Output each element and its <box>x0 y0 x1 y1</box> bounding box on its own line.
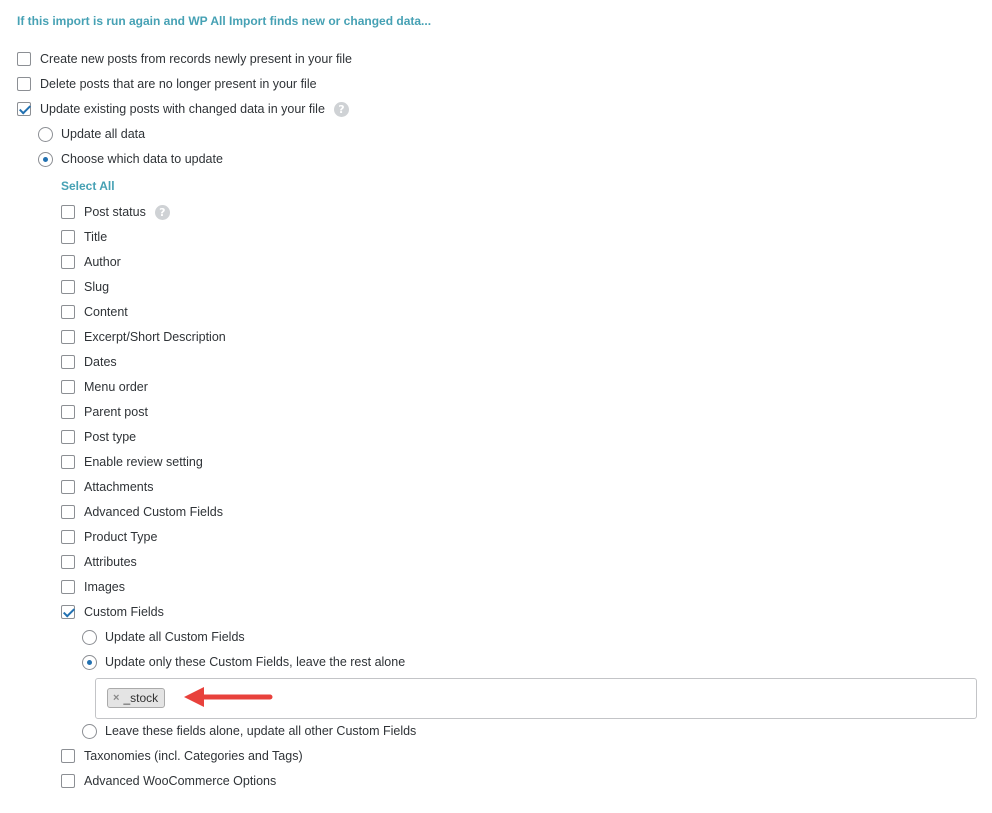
field-advanced-woocommerce[interactable]: Advanced WooCommerce Options <box>61 772 276 790</box>
advanced-woocommerce-label: Advanced WooCommerce Options <box>84 774 277 788</box>
attachments-label: Attachments <box>84 480 154 494</box>
post-status-label: Post status <box>84 205 146 219</box>
choose-data-radio[interactable] <box>38 151 53 167</box>
radio-update-all-custom-fields[interactable]: Update all Custom Fields <box>82 628 245 646</box>
post-type-checkbox[interactable] <box>61 430 75 444</box>
product-type-checkbox[interactable] <box>61 530 75 544</box>
custom-fields-checkbox[interactable] <box>61 605 75 619</box>
author-checkbox[interactable] <box>61 255 75 269</box>
dates-checkbox[interactable] <box>61 355 75 369</box>
content-checkbox[interactable] <box>61 305 75 319</box>
field-attributes[interactable]: Attributes <box>61 553 137 571</box>
field-dates[interactable]: Dates <box>61 353 117 371</box>
post-status-checkbox[interactable] <box>61 205 75 219</box>
field-excerpt[interactable]: Excerpt/Short Description <box>61 328 226 346</box>
delete-posts-checkbox[interactable] <box>17 77 31 91</box>
field-slug[interactable]: Slug <box>61 278 109 296</box>
select-all-link[interactable]: Select All <box>61 179 115 193</box>
update-all-data-label: Update all data <box>61 127 146 141</box>
field-content[interactable]: Content <box>61 303 128 321</box>
field-acf[interactable]: Advanced Custom Fields <box>61 503 223 521</box>
field-parent-post[interactable]: Parent post <box>61 403 148 421</box>
custom-field-tag-label: _stock <box>123 691 159 705</box>
acf-label: Advanced Custom Fields <box>84 505 223 519</box>
custom-fields-label: Custom Fields <box>84 605 164 619</box>
update-existing-posts-label: Update existing posts with changed data … <box>40 102 325 116</box>
field-custom-fields[interactable]: Custom Fields <box>61 603 164 621</box>
parent-post-checkbox[interactable] <box>61 405 75 419</box>
field-post-type[interactable]: Post type <box>61 428 136 446</box>
remove-tag-icon[interactable]: × <box>113 692 119 704</box>
field-product-type[interactable]: Product Type <box>61 528 157 546</box>
field-menu-order[interactable]: Menu order <box>61 378 148 396</box>
excerpt-checkbox[interactable] <box>61 330 75 344</box>
slug-checkbox[interactable] <box>61 280 75 294</box>
menu-order-label: Menu order <box>84 380 148 394</box>
images-label: Images <box>84 580 125 594</box>
attachments-checkbox[interactable] <box>61 480 75 494</box>
field-images[interactable]: Images <box>61 578 125 596</box>
choose-data-label: Choose which data to update <box>61 152 223 166</box>
update-only-these-label: Update only these Custom Fields, leave t… <box>105 655 406 669</box>
enable-review-checkbox[interactable] <box>61 455 75 469</box>
excerpt-label: Excerpt/Short Description <box>84 330 226 344</box>
field-title[interactable]: Title <box>61 228 107 246</box>
create-new-posts-checkbox[interactable] <box>17 52 31 66</box>
field-author[interactable]: Author <box>61 253 121 271</box>
dates-label: Dates <box>84 355 117 369</box>
update-existing-posts-checkbox[interactable] <box>17 102 31 116</box>
field-post-status[interactable]: Post status ? <box>61 203 170 221</box>
field-attachments[interactable]: Attachments <box>61 478 153 496</box>
radio-choose-data[interactable]: Choose which data to update <box>38 150 223 168</box>
menu-order-checkbox[interactable] <box>61 380 75 394</box>
update-all-data-radio[interactable] <box>38 126 53 142</box>
images-checkbox[interactable] <box>61 580 75 594</box>
option-update-existing-posts[interactable]: Update existing posts with changed data … <box>17 100 349 118</box>
field-taxonomies[interactable]: Taxonomies (incl. Categories and Tags) <box>61 747 303 765</box>
post-type-label: Post type <box>84 430 137 444</box>
section-heading: If this import is run again and WP All I… <box>17 14 432 28</box>
taxonomies-checkbox[interactable] <box>61 749 75 763</box>
radio-update-all-data[interactable]: Update all data <box>38 125 145 143</box>
enable-review-label: Enable review setting <box>84 455 203 469</box>
red-arrow-icon <box>184 687 273 707</box>
help-icon[interactable]: ? <box>333 101 349 117</box>
help-icon[interactable]: ? <box>154 204 170 220</box>
field-enable-review[interactable]: Enable review setting <box>61 453 203 471</box>
slug-label: Slug <box>84 280 110 294</box>
option-delete-posts[interactable]: Delete posts that are no longer present … <box>17 75 317 93</box>
parent-post-label: Parent post <box>84 405 148 419</box>
author-label: Author <box>84 255 121 269</box>
attributes-checkbox[interactable] <box>61 555 75 569</box>
acf-checkbox[interactable] <box>61 505 75 519</box>
update-all-custom-fields-label: Update all Custom Fields <box>105 630 245 644</box>
radio-leave-these-fields-alone[interactable]: Leave these fields alone, update all oth… <box>82 722 416 740</box>
leave-these-fields-label: Leave these fields alone, update all oth… <box>105 724 417 738</box>
update-only-these-radio[interactable] <box>82 654 97 670</box>
title-checkbox[interactable] <box>61 230 75 244</box>
advanced-woocommerce-checkbox[interactable] <box>61 774 75 788</box>
update-all-custom-fields-radio[interactable] <box>82 629 97 645</box>
content-label: Content <box>84 305 128 319</box>
leave-these-fields-radio[interactable] <box>82 723 97 739</box>
title-label: Title <box>84 230 108 244</box>
attributes-label: Attributes <box>84 555 137 569</box>
radio-update-only-these-custom-fields[interactable]: Update only these Custom Fields, leave t… <box>82 653 405 671</box>
taxonomies-label: Taxonomies (incl. Categories and Tags) <box>84 749 303 763</box>
custom-field-tag: × _stock <box>107 688 166 708</box>
product-type-label: Product Type <box>84 530 158 544</box>
delete-posts-label: Delete posts that are no longer present … <box>40 77 317 91</box>
option-create-new-posts[interactable]: Create new posts from records newly pres… <box>17 50 352 68</box>
create-new-posts-label: Create new posts from records newly pres… <box>40 52 352 66</box>
